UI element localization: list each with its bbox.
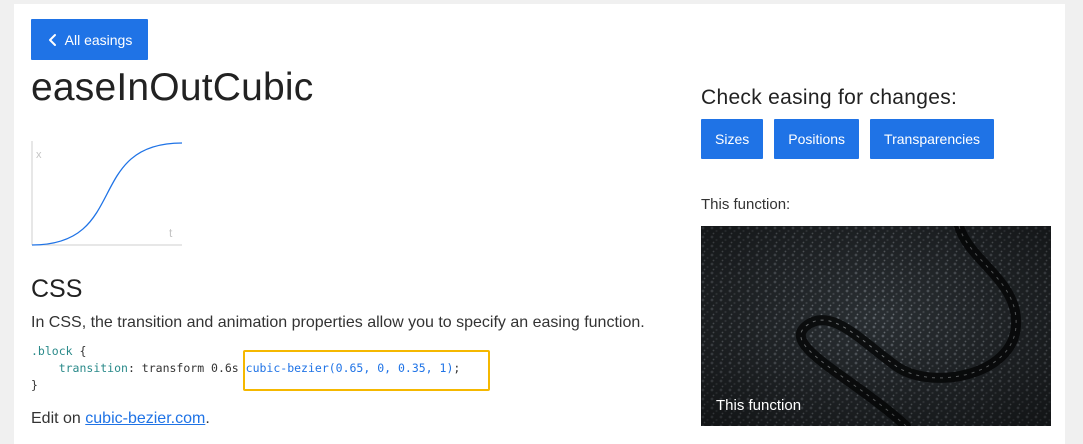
cubic-bezier-highlight [243, 350, 490, 391]
all-easings-label: All easings [64, 31, 133, 48]
page-card: All easings easeInOutCubic x t CSS In CS… [14, 4, 1065, 444]
demo-image: This function [701, 226, 1051, 426]
edit-suffix: . [205, 410, 210, 427]
edit-on-line: Edit on cubic-bezier.com. [31, 410, 210, 428]
demo-caption: This function [716, 397, 802, 414]
code-property: transition [58, 361, 128, 375]
chevron-left-icon [48, 33, 56, 46]
easing-curve-graph: x t [31, 141, 183, 246]
easing-curve [31, 142, 183, 246]
positions-button[interactable]: Positions [774, 119, 860, 159]
code-open-brace: { [79, 344, 87, 358]
sizes-button[interactable]: Sizes [701, 119, 764, 159]
code-value-prefix: : transform 0.6s [127, 361, 246, 375]
this-function-label: This function: [701, 196, 791, 213]
transparencies-button[interactable]: Transparencies [870, 119, 995, 159]
code-close-brace: } [31, 378, 38, 392]
graph-t-label: t [169, 226, 173, 240]
edit-prefix: Edit on [31, 410, 86, 427]
graph-x-label: x [36, 149, 42, 161]
page-title: easeInOutCubic [31, 66, 314, 109]
check-easing-heading: Check easing for changes: [701, 86, 958, 109]
code-selector: .block [31, 344, 73, 358]
css-heading: CSS [31, 275, 83, 303]
cubic-bezier-link[interactable]: cubic-bezier.com [85, 410, 205, 427]
css-description: In CSS, the transition and animation pro… [31, 314, 645, 331]
demo-photo [701, 226, 1051, 426]
check-buttons: Sizes Positions Transparencies [701, 119, 995, 159]
all-easings-button[interactable]: All easings [31, 19, 148, 60]
